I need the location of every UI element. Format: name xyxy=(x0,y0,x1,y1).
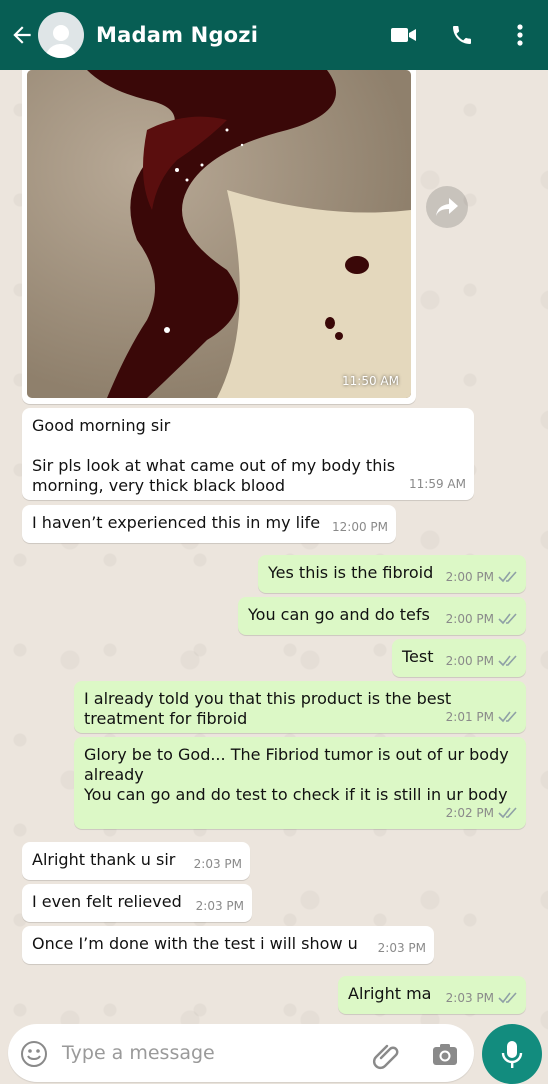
double-tick-icon xyxy=(498,613,517,625)
attach-icon[interactable] xyxy=(372,1040,402,1070)
outgoing-message[interactable]: Yes this is the fibroid 2:00 PM xyxy=(258,555,526,593)
mic-icon[interactable] xyxy=(482,1024,542,1084)
message-time: 2:03 PM xyxy=(446,988,518,1008)
message-text: Once I’m done with the test i will show … xyxy=(32,934,358,953)
outgoing-message[interactable]: Alright ma 2:03 PM xyxy=(338,976,526,1014)
message-time: 2:00 PM xyxy=(446,567,518,587)
message-input[interactable]: Type a message xyxy=(62,1042,215,1064)
outgoing-message[interactable]: Test 2:00 PM xyxy=(392,639,526,677)
message-composer[interactable]: Type a message xyxy=(8,1024,474,1082)
double-tick-icon xyxy=(498,655,517,667)
message-time: 2:00 PM xyxy=(446,609,518,629)
outgoing-message[interactable]: Glory be to God... The Fibriod tumor is … xyxy=(74,737,526,829)
double-tick-icon xyxy=(498,571,517,583)
avatar-icon[interactable] xyxy=(38,12,84,58)
message-text: Glory be to God... The Fibriod tumor is … xyxy=(84,745,509,784)
back-arrow-icon[interactable] xyxy=(8,21,36,49)
contact-name[interactable]: Madam Ngozi xyxy=(96,23,390,47)
message-text: You can go and do test to check if it is… xyxy=(84,785,508,804)
message-text: Good morning sir xyxy=(32,416,171,435)
photo[interactable]: 11:50 AM xyxy=(27,70,411,398)
message-time: 12:00 PM xyxy=(332,520,388,534)
message-text xyxy=(32,436,464,456)
message-time: 2:00 PM xyxy=(446,651,518,671)
message-time: 2:03 PM xyxy=(377,941,426,955)
incoming-message[interactable]: I haven’t experienced this in my life 12… xyxy=(22,505,396,543)
message-text: I already told you that this product is … xyxy=(84,689,452,728)
incoming-message[interactable]: Once I’m done with the test i will show … xyxy=(22,926,434,964)
message-time: 2:02 PM xyxy=(446,803,518,823)
double-tick-icon xyxy=(498,807,517,819)
phone-icon[interactable] xyxy=(448,21,476,49)
message-time: 2:03 PM xyxy=(193,857,242,871)
video-call-icon[interactable] xyxy=(390,21,418,49)
image-timestamp: 11:50 AM xyxy=(342,374,399,388)
incoming-message[interactable]: I even felt relieved 2:03 PM xyxy=(22,884,252,922)
emoji-icon[interactable] xyxy=(20,1040,48,1068)
image-message[interactable]: 11:50 AM xyxy=(22,62,416,404)
message-text: Sir pls look at what came out of my body… xyxy=(32,456,396,495)
forward-icon[interactable] xyxy=(426,186,468,228)
double-tick-icon xyxy=(498,711,517,723)
message-time: 11:59 AM xyxy=(409,477,466,491)
message-time: 2:01 PM xyxy=(446,707,518,727)
camera-icon[interactable] xyxy=(430,1040,460,1070)
incoming-message[interactable]: Alright thank u sir 2:03 PM xyxy=(22,842,250,880)
outgoing-message[interactable]: I already told you that this product is … xyxy=(74,681,526,733)
outgoing-message[interactable]: You can go and do tefs 2:00 PM xyxy=(238,597,526,635)
message-time: 2:03 PM xyxy=(195,899,244,913)
incoming-message[interactable]: Good morning sir Sir pls look at what ca… xyxy=(22,408,474,500)
double-tick-icon xyxy=(498,992,517,1004)
chat-header: Madam Ngozi xyxy=(0,0,548,70)
more-options-icon[interactable] xyxy=(506,21,534,49)
